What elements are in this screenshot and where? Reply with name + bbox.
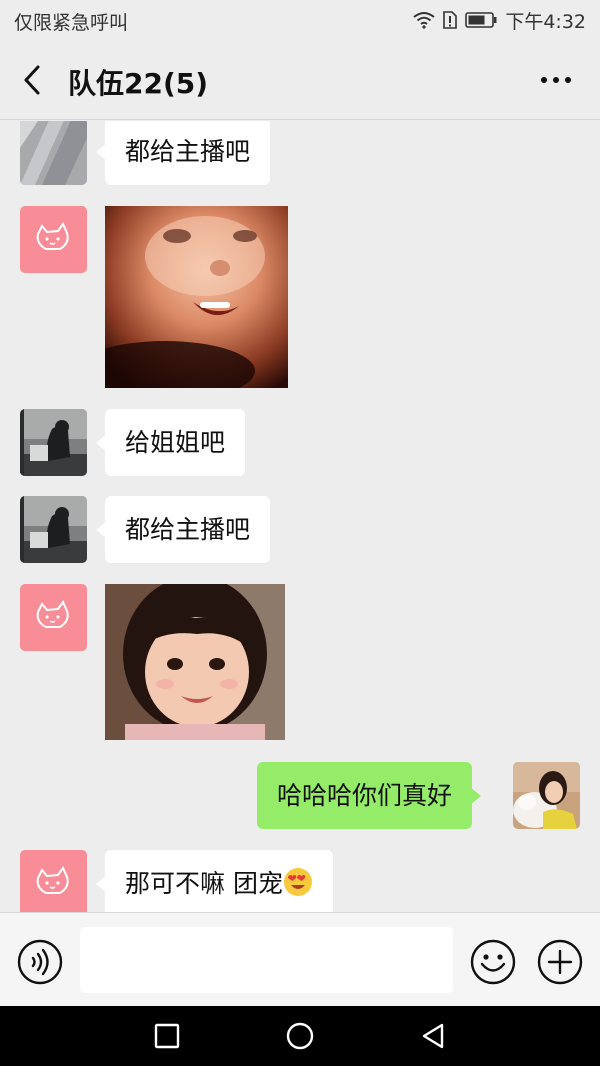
- dark-photo-avatar[interactable]: [20, 409, 87, 476]
- message-bubble-0[interactable]: 都给主播吧: [95, 121, 271, 185]
- message-bubble-6[interactable]: 那可不嘛 团宠: [96, 850, 333, 912]
- message-bubble-3[interactable]: 都给主播吧: [95, 496, 271, 563]
- nav-back-icon[interactable]: [418, 1021, 448, 1051]
- carrier-text: 仅限紧急呼叫: [14, 12, 129, 34]
- woman-with-dog-avatar[interactable]: [513, 762, 580, 829]
- status-icons: 下午4:32: [413, 6, 586, 34]
- chat-header: 队伍22(5): [0, 40, 600, 120]
- heart-eyes-emoji: [283, 868, 312, 896]
- image-message-4[interactable]: [105, 584, 285, 740]
- image-message-1[interactable]: [105, 206, 288, 388]
- chat-title: 队伍22(5): [68, 67, 209, 100]
- nav-home-icon[interactable]: [285, 1021, 315, 1051]
- battery-icon: [465, 12, 497, 28]
- wifi-icon: [413, 12, 435, 29]
- gray-geometric-avatar[interactable]: [20, 121, 87, 185]
- dark-photo-avatar[interactable]: [20, 496, 87, 563]
- message-input[interactable]: [80, 927, 453, 993]
- message-text-6: 那可不嘛 团宠: [125, 869, 283, 898]
- pink-cat-avatar[interactable]: [20, 206, 87, 273]
- child-face-closeup-photo: [105, 206, 288, 388]
- nav-recent-icon[interactable]: [152, 1021, 182, 1051]
- message-bubble-5[interactable]: 哈哈哈你们真好: [257, 762, 482, 829]
- voice-icon[interactable]: [17, 939, 63, 985]
- smiling-girl-photo: [105, 584, 285, 740]
- system-nav-bar: [0, 1006, 600, 1066]
- back-icon[interactable]: [20, 64, 44, 96]
- status-bar: 仅限紧急呼叫 下午4:32: [0, 0, 600, 40]
- sim-alert-icon: [443, 11, 458, 29]
- more-icon[interactable]: [540, 76, 572, 84]
- plus-icon[interactable]: [537, 939, 583, 985]
- pink-cat-avatar[interactable]: [20, 584, 87, 651]
- status-time: 下午4:32: [505, 10, 586, 33]
- emoji-icon[interactable]: [470, 939, 516, 985]
- message-bubble-2[interactable]: 给姐姐吧: [95, 409, 246, 476]
- input-bar: [0, 912, 600, 1006]
- pink-cat-avatar[interactable]: [20, 850, 87, 912]
- message-list[interactable]: 都给主播吧 给姐姐吧 都给主播吧 哈哈哈你们真好 那可不嘛 团宠: [0, 121, 600, 912]
